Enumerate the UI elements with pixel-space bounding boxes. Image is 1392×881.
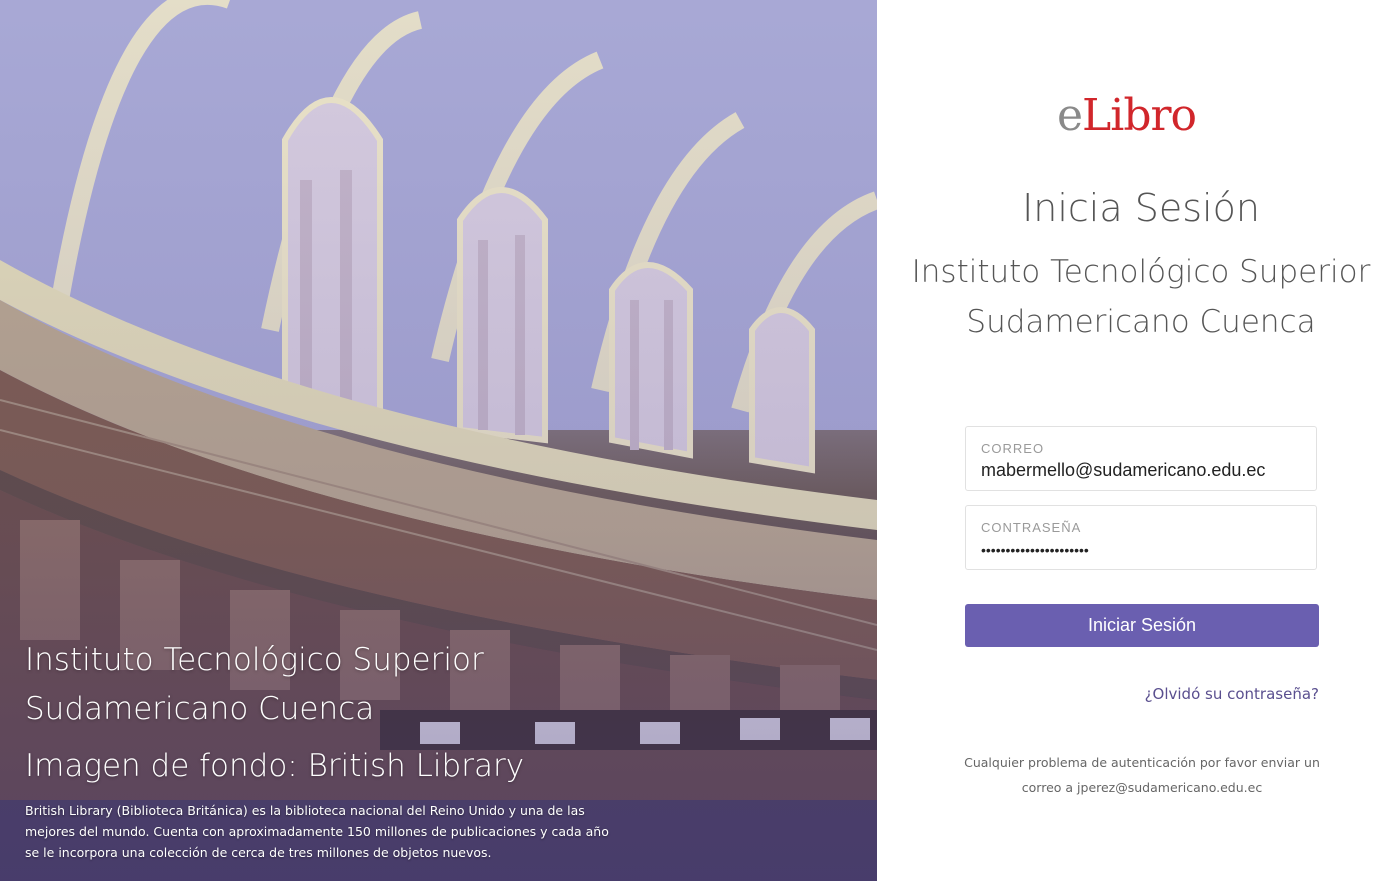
help-text: Cualquier problema de autenticación por …: [964, 755, 1320, 795]
email-label: CORREO: [981, 441, 1045, 456]
hero-image: Instituto Tecnológico Superior Sudameric…: [0, 0, 877, 881]
login-title: Inicia Sesión: [1022, 186, 1260, 230]
email-input[interactable]: [981, 460, 1301, 481]
email-field[interactable]: CORREO: [965, 426, 1317, 491]
password-field[interactable]: CONTRASEÑA: [965, 505, 1317, 570]
password-label: CONTRASEÑA: [981, 520, 1082, 535]
elibro-logo: eLibro: [1057, 88, 1227, 144]
hero-subtitle: Imagen de fondo: British Library: [25, 748, 525, 784]
login-panel: eLibro Inicia Sesión Instituto Tecnológi…: [877, 0, 1392, 881]
logo-libro: Libro: [1082, 90, 1197, 141]
hero-title: Instituto Tecnológico Superior Sudameric…: [25, 642, 484, 727]
forgot-password-link[interactable]: ¿Olvidó su contraseña?: [1145, 685, 1319, 703]
logo-e: e: [1057, 90, 1083, 141]
password-input[interactable]: [981, 542, 1301, 558]
login-button[interactable]: Iniciar Sesión: [965, 604, 1319, 647]
institution-name: Instituto Tecnológico Superior Sudameric…: [911, 254, 1371, 340]
hero-description: British Library (Biblioteca Británica) e…: [25, 803, 609, 860]
